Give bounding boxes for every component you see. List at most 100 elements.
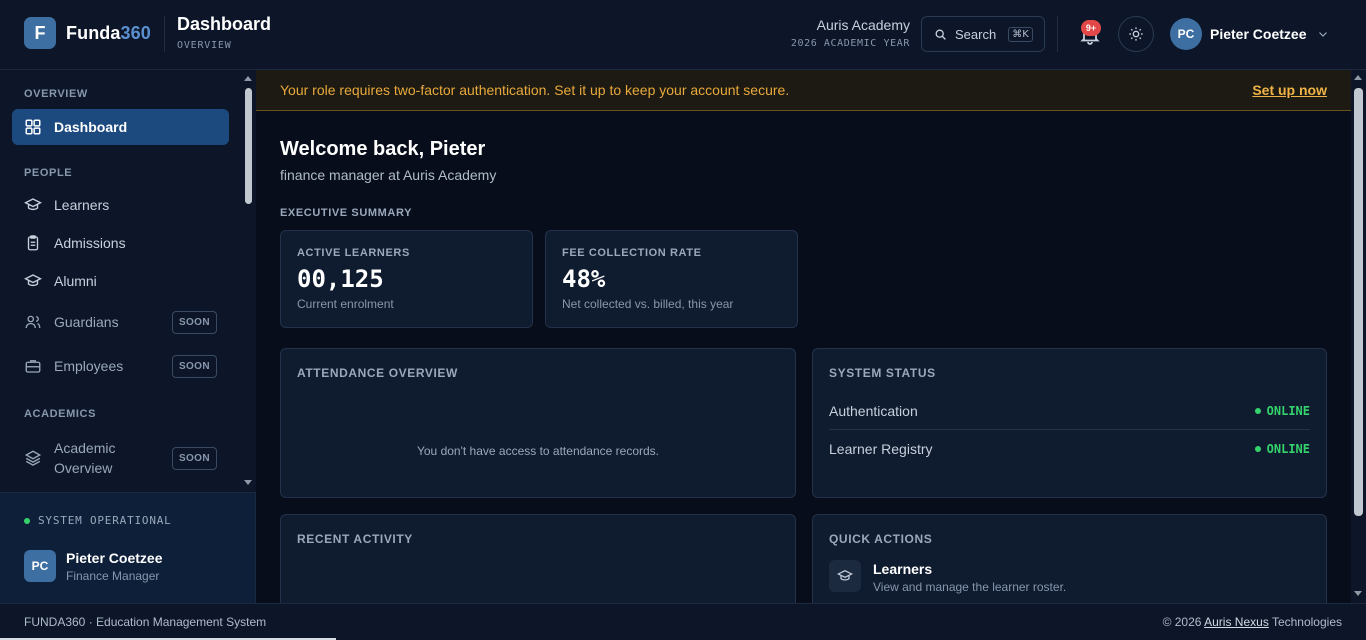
copyright-text: © 2026: [1162, 615, 1202, 629]
page-title: Dashboard: [177, 14, 272, 34]
layers-icon: [24, 450, 42, 466]
main-scroll-up-arrow[interactable]: [1354, 75, 1362, 80]
sidebar-nav: OVERVIEW Dashboard PEOPLE Learners Admis…: [0, 70, 242, 492]
kpi-card-fee-collection-rate: FEE COLLECTION RATE 48% Net collected vs…: [545, 230, 798, 328]
sidebar-section-overview: OVERVIEW: [24, 88, 88, 100]
quick-action-learners-title[interactable]: Learners: [873, 561, 932, 577]
welcome-title: Welcome back, Pieter: [280, 138, 486, 160]
sidebar-user-name[interactable]: Pieter Coetzee: [66, 550, 162, 566]
welcome-subtitle: finance manager at Auris Academy: [280, 167, 497, 183]
footer-copyright: © 2026 Auris Nexus Technologies: [1163, 615, 1342, 629]
status-row-learner-registry: Learner Registry ONLINE: [829, 430, 1310, 467]
soon-badge: SOON: [171, 354, 217, 378]
sidebar-scrollbar-thumb[interactable]: [245, 88, 252, 204]
main-scroll-down-arrow[interactable]: [1354, 591, 1362, 596]
sidebar-section-academics: ACADEMICS: [24, 408, 97, 420]
status-online: ONLINE: [1254, 441, 1310, 456]
status-row-authentication: Authentication ONLINE: [829, 393, 1310, 430]
status-dot: [24, 517, 30, 524]
logo-letter: F: [34, 22, 46, 43]
sidebar-item-guardians[interactable]: Guardians SOON: [12, 304, 229, 340]
sun-icon: [1129, 27, 1143, 41]
sidebar-user-avatar[interactable]: PC: [24, 550, 56, 582]
alert-message: Your role requires two-factor authentica…: [280, 82, 790, 98]
search-button[interactable]: Search ⌘K: [921, 16, 1045, 52]
attendance-overview-card: ATTENDANCE OVERVIEW You don't have acces…: [280, 348, 796, 498]
organization-name: Auris Academy: [816, 17, 910, 33]
brand-name-text: Funda: [66, 23, 121, 43]
sidebar-item-alumni[interactable]: Alumni: [12, 263, 229, 299]
main-scrollbar-thumb[interactable]: [1354, 88, 1363, 516]
soon-badge: SOON: [171, 446, 217, 470]
status-dot: [1254, 445, 1261, 452]
service-name: Authentication: [829, 403, 918, 419]
sidebar-item-label: Guardians: [54, 314, 119, 330]
sidebar-item-academic-overview[interactable]: Academic Overview SOON: [12, 436, 229, 480]
search-shortcut: ⌘K: [1008, 26, 1033, 42]
sidebar-item-label: Dashboard: [54, 119, 128, 135]
kpi-subtitle: Net collected vs. billed, this year: [562, 297, 734, 311]
sidebar-item-admissions[interactable]: Admissions: [12, 225, 229, 261]
sidebar-item-label-line1: Academic: [54, 440, 116, 456]
executive-summary-label: EXECUTIVE SUMMARY: [280, 207, 413, 219]
card-title: SYSTEM STATUS: [829, 366, 936, 380]
header-separator: [1057, 16, 1058, 52]
status-text: ONLINE: [1266, 441, 1310, 456]
search-icon: [935, 29, 946, 40]
sidebar-section-people: PEOPLE: [24, 167, 73, 179]
academic-year: 2026 ACADEMIC YEAR: [790, 38, 910, 49]
kpi-card-active-learners: ACTIVE LEARNERS 00,125 Current enrolment: [280, 230, 533, 328]
status-dot: [1254, 408, 1261, 414]
company-link[interactable]: Auris Nexus: [1204, 615, 1269, 629]
sidebar-scroll-down-arrow[interactable]: [244, 480, 252, 485]
no-access-message: You don't have access to attendance reco…: [416, 444, 659, 458]
chevron-down-icon[interactable]: [1317, 28, 1329, 40]
graduation-cap-icon: [24, 274, 42, 287]
page-subtitle: OVERVIEW: [177, 40, 232, 51]
sidebar-item-label: Employees: [54, 358, 124, 374]
search-label: Search: [955, 26, 997, 42]
quick-action-learners-description: View and manage the learner roster.: [873, 580, 1067, 594]
sidebar-scroll-up-arrow[interactable]: [244, 76, 252, 81]
sidebar-item-label: Admissions: [54, 235, 126, 251]
status-text: ONLINE: [1266, 404, 1310, 418]
graduation-cap-icon: [24, 198, 42, 211]
system-status-card: SYSTEM STATUS Authentication ONLINE Lear…: [812, 348, 1327, 498]
clipboard-icon: [27, 235, 39, 251]
set-up-now-link[interactable]: Set up now: [1252, 82, 1327, 98]
system-status-text: SYSTEM OPERATIONAL: [38, 514, 172, 527]
header-divider: [164, 16, 165, 52]
page-footer: FUNDA360 · Education Management System ©…: [0, 603, 1366, 640]
users-icon: [25, 315, 41, 329]
system-operational-status: SYSTEM OPERATIONAL: [24, 514, 172, 527]
top-header: F Funda360 Dashboard OVERVIEW Auris Acad…: [0, 0, 1366, 70]
sidebar-footer: SYSTEM OPERATIONAL PC Pieter Coetzee Fin…: [0, 492, 255, 603]
briefcase-icon: [25, 360, 41, 373]
sidebar: OVERVIEW Dashboard PEOPLE Learners Admis…: [0, 70, 256, 603]
soon-badge: SOON: [171, 310, 217, 334]
sidebar-item-label: Academic Overview: [54, 438, 115, 478]
sidebar-item-employees[interactable]: Employees SOON: [12, 348, 229, 384]
quick-action-learners-icon-box[interactable]: [829, 560, 861, 592]
theme-toggle-button[interactable]: [1118, 16, 1154, 52]
app-logo[interactable]: F: [24, 17, 56, 49]
kpi-value: 48%: [562, 265, 606, 293]
card-title: QUICK ACTIONS: [829, 532, 933, 546]
user-menu-name[interactable]: Pieter Coetzee: [1210, 26, 1306, 42]
brand-name: Funda360: [66, 23, 151, 44]
kpi-label: ACTIVE LEARNERS: [297, 247, 410, 259]
footer-system-name: FUNDA360 · Education Management System: [24, 615, 267, 629]
brand-name-number: 360: [120, 23, 151, 43]
sidebar-item-label: Learners: [54, 197, 110, 213]
sidebar-item-dashboard[interactable]: Dashboard: [12, 109, 229, 145]
kpi-label: FEE COLLECTION RATE: [562, 247, 702, 259]
sidebar-item-label: Alumni: [54, 273, 97, 289]
card-title: RECENT ACTIVITY: [297, 532, 413, 546]
user-avatar[interactable]: PC: [1170, 18, 1202, 50]
sidebar-user-role: Finance Manager: [66, 569, 160, 583]
service-name: Learner Registry: [829, 440, 933, 457]
sidebar-item-learners[interactable]: Learners: [12, 187, 229, 223]
sidebar-item-label-line2: Overview: [54, 460, 113, 476]
grid-icon: [25, 119, 41, 135]
notification-badge: 9+: [1081, 20, 1101, 36]
